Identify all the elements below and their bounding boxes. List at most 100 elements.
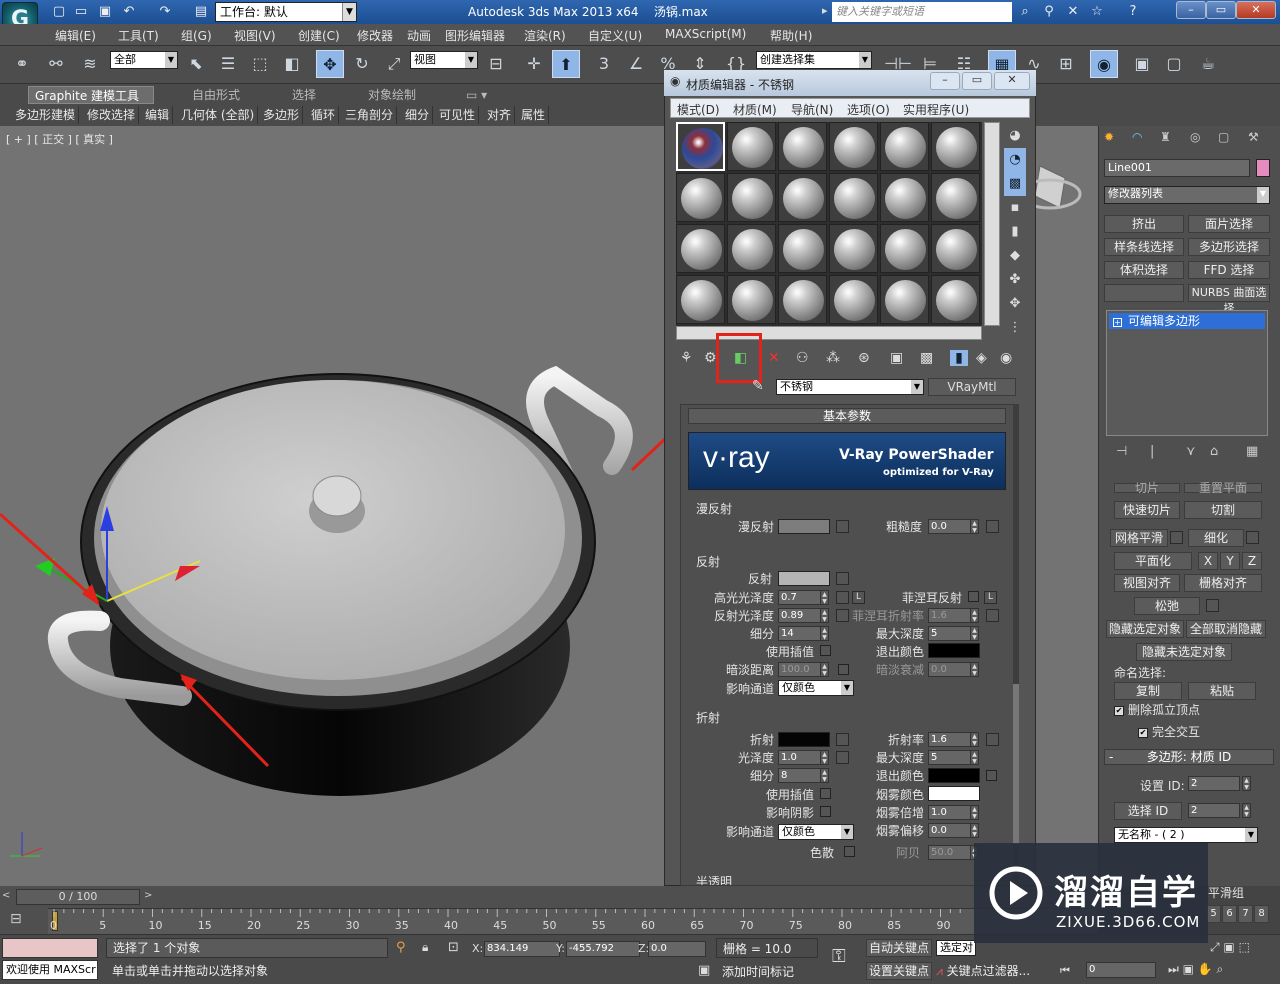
sample-slot[interactable] xyxy=(931,173,980,222)
basic-params-header[interactable]: 基本参数 xyxy=(688,408,1006,424)
video-color-check-icon[interactable]: ▮ xyxy=(1004,220,1026,244)
roughness-map-button[interactable] xyxy=(986,520,999,533)
ribbon-polygons[interactable]: 多边形 xyxy=(260,106,304,124)
set-key-button[interactable]: 设置关键点 xyxy=(866,962,932,980)
pick-material-icon[interactable]: ◉ xyxy=(1000,350,1012,366)
undo-icon[interactable]: ↶ xyxy=(120,2,138,22)
ffd-select-button[interactable]: FFD 选择 xyxy=(1188,261,1270,279)
slot-vscrollbar[interactable] xyxy=(984,122,1000,326)
select-manipulate-icon[interactable]: ✛ xyxy=(520,50,548,78)
minimize-button[interactable]: – xyxy=(1176,1,1206,19)
open-file-icon[interactable]: ▭ xyxy=(72,2,90,22)
viewcube[interactable] xyxy=(1034,165,1066,209)
hilight-lock-button[interactable]: L xyxy=(852,591,865,604)
time-tag-icon[interactable]: ▣ xyxy=(698,963,710,978)
binoculars-icon[interactable]: ⌕ xyxy=(1016,2,1034,22)
sample-slot[interactable] xyxy=(829,122,878,171)
sample-slot[interactable] xyxy=(727,122,776,171)
angle-snap-icon[interactable]: ∠ xyxy=(622,50,650,78)
refl-affect-channels-dropdown[interactable]: 仅颜色 ▼ xyxy=(778,680,854,696)
put-to-scene-icon[interactable]: ⚙ xyxy=(704,350,717,366)
timeslider-prev-icon[interactable]: < xyxy=(2,890,16,906)
me-menu-options[interactable]: 选项(O) xyxy=(847,101,890,118)
sample-type-icon[interactable]: ◕ xyxy=(1004,124,1026,148)
sample-slot[interactable] xyxy=(676,173,725,222)
me-close-button[interactable]: ✕ xyxy=(994,72,1030,90)
roughness-spinner[interactable]: ▲ ▼ xyxy=(970,519,979,534)
material-id-channel-icon[interactable]: ⊛ xyxy=(858,350,870,366)
options-icon[interactable]: ✤ xyxy=(1004,268,1026,292)
me-menu-material[interactable]: 材质(M) xyxy=(733,101,777,118)
view-align-button[interactable]: 视图对齐 xyxy=(1114,574,1180,592)
menu-animation[interactable]: 动画 xyxy=(407,27,431,44)
planar-y-button[interactable]: Y xyxy=(1220,552,1240,570)
poly-select-button[interactable]: 多边形选择 xyxy=(1188,238,1270,256)
exchange-icon[interactable]: ✕ xyxy=(1064,2,1082,22)
abbe-field[interactable]: 50.0 xyxy=(928,845,972,860)
sample-slot[interactable] xyxy=(727,173,776,222)
ribbon-triangulation[interactable]: 三角剖分 xyxy=(342,106,398,124)
viewport-label[interactable]: [ + ] [ 正交 ] [ 真实 ] xyxy=(6,131,113,147)
snaps-toggle-icon[interactable]: 3 xyxy=(590,50,618,78)
pin-stack-icon[interactable]: ⊣ xyxy=(1116,444,1127,459)
maxscript-listener[interactable]: 欢迎使用 MAXScr xyxy=(2,960,98,980)
select-by-material-icon[interactable]: ✥ xyxy=(1004,292,1026,316)
ior-spinner[interactable]: ▲ ▼ xyxy=(970,732,979,747)
menu-graph-editors[interactable]: 图形编辑器 xyxy=(445,27,505,44)
background-checker-icon[interactable]: ▩ xyxy=(1004,172,1026,196)
refract-color-swatch[interactable] xyxy=(778,732,830,747)
get-material-icon[interactable]: ⚘ xyxy=(680,350,693,366)
select-id-spinner[interactable]: ▲ ▼ xyxy=(1242,803,1251,818)
move-icon[interactable]: ✥ xyxy=(316,50,344,78)
sample-slot[interactable] xyxy=(727,275,776,324)
sample-slot[interactable] xyxy=(778,173,827,222)
track-bar-toggle-icon[interactable]: ⊟ xyxy=(10,911,38,931)
playback-icons[interactable]: ⏭ ▣ ✋ ⌕ xyxy=(1168,962,1223,977)
lock-selection-icon[interactable]: 🔒︎ xyxy=(422,940,428,955)
refl-exit-color-swatch[interactable] xyxy=(928,643,980,658)
material-type-button[interactable]: VRayMtl xyxy=(928,378,1016,396)
close-button[interactable]: ✕ xyxy=(1236,1,1276,19)
fresnel-ior-field[interactable]: 1.6 xyxy=(928,608,972,623)
sample-slot[interactable] xyxy=(931,275,980,324)
fresnel-ior-map-button[interactable] xyxy=(986,609,999,622)
sample-slot[interactable] xyxy=(880,122,929,171)
pivot-center-icon[interactable]: ⊟ xyxy=(482,50,510,78)
quickslice-button[interactable]: 快速切片 xyxy=(1114,501,1180,519)
refract-map-button[interactable] xyxy=(836,733,849,746)
sample-slot[interactable] xyxy=(931,224,980,273)
auto-key-button[interactable]: 自动关键点 xyxy=(866,939,932,957)
make-unique-material-icon[interactable]: ⚇ xyxy=(796,350,809,366)
menu-group[interactable]: 组(G) xyxy=(181,27,212,44)
tab-graphite-modeling[interactable]: Graphite 建模工具 xyxy=(28,86,154,104)
sample-slot[interactable] xyxy=(676,224,725,273)
sample-slot[interactable] xyxy=(676,275,725,324)
diffuse-color-swatch[interactable] xyxy=(778,519,830,534)
window-crossing-icon[interactable]: ◧ xyxy=(278,50,306,78)
meshsmooth-button[interactable]: 网格平滑 xyxy=(1110,529,1168,547)
named-selection-dropdown[interactable]: 创建选择集 ▼ xyxy=(756,51,872,69)
eyedropper-icon[interactable]: ✎ xyxy=(752,378,764,394)
reset-map-icon[interactable]: ✕ xyxy=(768,350,780,366)
tessellate-button[interactable]: 细化 xyxy=(1188,529,1244,547)
viewport-nav-icons[interactable]: ⤢ ▣ ⬚ xyxy=(1210,940,1250,955)
hide-selected-button[interactable]: 隐藏选定对象 xyxy=(1106,620,1184,638)
add-time-tag[interactable]: 添加时间标记 xyxy=(718,962,818,982)
put-to-library-icon[interactable]: ⁂ xyxy=(826,350,840,366)
sg-7-button[interactable]: 7 xyxy=(1238,905,1253,923)
ribbon-options-icon[interactable]: ▭ ▾ xyxy=(460,86,493,104)
current-frame-field[interactable]: 0 xyxy=(1086,962,1156,978)
refl-max-depth-field[interactable]: 5 xyxy=(928,626,972,641)
refl-gloss-spinner[interactable]: ▲ ▼ xyxy=(820,608,829,623)
dim-distance-checkbox[interactable] xyxy=(838,664,849,675)
refl-subdivs-field[interactable]: 14 xyxy=(778,626,822,641)
select-object-icon[interactable]: ⬉ xyxy=(182,50,210,78)
key-filters-button[interactable]: ⩘ 关键点过滤器... xyxy=(936,962,1048,980)
select-id-field[interactable]: 2 xyxy=(1188,803,1240,818)
sample-uv-tiling-icon[interactable]: ▪ xyxy=(1004,196,1026,220)
fresnel-ior-spinner[interactable]: ▲ ▼ xyxy=(970,608,979,623)
menu-help[interactable]: 帮助(H) xyxy=(770,27,812,44)
diffuse-map-button[interactable] xyxy=(836,520,849,533)
configure-sets-icon[interactable]: ▦ xyxy=(1246,444,1258,459)
nurbs-select-button[interactable]: NURBS 曲面选择 xyxy=(1188,284,1270,315)
